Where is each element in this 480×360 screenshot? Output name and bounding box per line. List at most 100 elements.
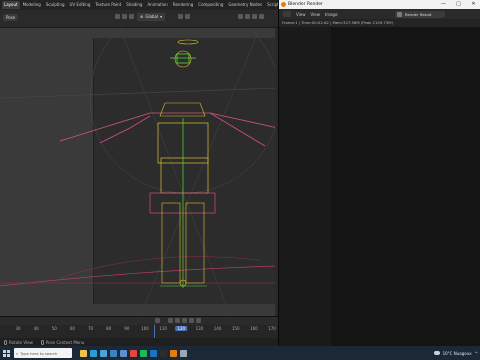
render-window-title: Blender Render (288, 2, 323, 7)
render-window: Blender Render — □ ✕ View View Image Ren… (278, 0, 480, 346)
edge-icon (89, 349, 97, 357)
taskbar-search[interactable]: ⌕ Type here to search (14, 348, 72, 358)
timeline-tick: 110 (159, 326, 167, 331)
tray-chevron-icon[interactable]: ^ (475, 351, 478, 356)
editor-type-icon[interactable] (283, 11, 291, 17)
taskbar-app-spotify[interactable] (138, 346, 148, 360)
system-tray: 10°C Nuageux ^ (433, 346, 478, 360)
workspace-tab-scripting[interactable]: Scripting (265, 1, 278, 9)
3d-viewport[interactable] (0, 28, 278, 316)
blender-logo-icon (281, 2, 286, 7)
blender-icon (169, 349, 177, 357)
rotate-icon[interactable] (122, 14, 127, 19)
store-icon (99, 349, 107, 357)
wireframe-shading-icon[interactable] (238, 14, 243, 19)
workspace-tab-rendering[interactable]: Rendering (171, 1, 195, 9)
snap-icon[interactable] (178, 14, 183, 19)
weather-label[interactable]: 10°C Nuageux (443, 351, 472, 356)
head-ring (177, 39, 199, 45)
play-reverse-icon[interactable] (175, 318, 180, 323)
taskbar-app-store[interactable] (98, 346, 108, 360)
timeline[interactable]: 30 40 50 60 70 80 90 100 110 120 130 140 150 160 170 (0, 316, 278, 339)
timeline-tick: 90 (124, 326, 130, 331)
windows-logo-icon (2, 349, 10, 357)
mode-selector[interactable]: Pose (3, 14, 19, 21)
workspace-tab-modeling[interactable]: Modeling (21, 1, 43, 9)
start-button[interactable] (0, 346, 12, 360)
left-arm-bones (99, 115, 151, 144)
playhead[interactable] (154, 325, 155, 339)
workspace-tab-geometry-nodes[interactable]: Geometry Nodes (226, 1, 264, 9)
menu-view[interactable]: View (296, 12, 306, 17)
workspace-tab-animation[interactable]: Animation (145, 1, 169, 9)
workspace-tab-compositing[interactable]: Compositing (196, 1, 225, 9)
right-leg-control (185, 202, 205, 284)
workspace-tab-sculpting[interactable]: Sculpting (44, 1, 67, 9)
chest-control (159, 102, 206, 117)
timeline-tick: 60 (69, 326, 75, 331)
render-stats: Frame:1 | Time:00:02.62 | Mem:327.56M (P… (279, 19, 480, 27)
skip-start-icon[interactable] (155, 318, 160, 323)
app-3d-icon (179, 349, 187, 357)
mouse-icon (4, 339, 7, 345)
menu-image[interactable]: Image (325, 12, 338, 17)
taskbar-app-file-explorer[interactable] (78, 346, 88, 360)
close-button[interactable]: ✕ (466, 0, 480, 9)
blender-main-window: Layout Modeling Sculpting UV Editing Texture… (0, 0, 278, 346)
minimize-button[interactable]: — (436, 0, 451, 9)
taskbar-app-outlook[interactable] (148, 346, 158, 360)
workspace-tab-layout[interactable]: Layout (2, 1, 20, 9)
windows-taskbar: ⌕ Type here to search 10°C Nuageux ^ (0, 346, 480, 360)
render-slot-dropdown[interactable]: Render Result (395, 11, 445, 18)
chrome-icon (129, 349, 137, 357)
status-context-menu: Pose Context Menu (40, 339, 84, 345)
taskbar-app-photos[interactable] (118, 346, 128, 360)
viewport-header-icons-right (178, 14, 190, 19)
workspace-tab-shading[interactable]: Shading (124, 1, 144, 9)
timeline-tick: 150 (231, 326, 240, 331)
skip-end-icon[interactable] (196, 318, 201, 323)
workspace-tab-texture-paint[interactable]: Texture Paint (93, 1, 123, 9)
timeline-tick: 160 (250, 326, 258, 331)
material-shading-icon[interactable] (252, 14, 257, 19)
photos-icon (119, 349, 127, 357)
timeline-tick: 170 (268, 326, 276, 331)
timeline-tick: 80 (106, 326, 112, 331)
transform-orientation-dropdown[interactable]: ⊕ Global ▾ (137, 13, 166, 21)
taskbar-app-mail[interactable] (108, 346, 118, 360)
terminal-icon (159, 349, 167, 357)
orientation-label: Global (145, 14, 159, 19)
right-arm-bones (209, 112, 266, 147)
taskbar-app-blender[interactable] (168, 346, 178, 360)
guide-line (119, 28, 231, 316)
render-result-area[interactable] (279, 27, 480, 346)
timeline-tick: 130 (195, 326, 204, 331)
render-window-titlebar[interactable]: Blender Render — □ ✕ (279, 0, 480, 9)
rendered-shading-icon[interactable] (259, 14, 264, 19)
move-icon[interactable] (115, 14, 120, 19)
taskbar-app-app-3d[interactable] (178, 346, 188, 360)
viewport-header-icons-left (115, 14, 134, 19)
workspace-tab-uv-editing[interactable]: UV Editing (68, 1, 93, 9)
image-icon (397, 12, 402, 17)
window-buttons: — □ ✕ (436, 0, 480, 9)
viewport-header: Pose ⊕ Global ▾ (0, 10, 278, 28)
maximize-button[interactable]: □ (451, 0, 466, 9)
viewport-overlays (0, 28, 278, 316)
workspace-tabs: Layout Modeling Sculpting UV Editing Texture… (0, 0, 278, 10)
guide-line (0, 87, 278, 99)
menu-view-2[interactable]: View (311, 12, 321, 17)
scale-icon[interactable] (129, 14, 134, 19)
play-icon[interactable] (182, 318, 187, 323)
timeline-tick: 30 (15, 326, 21, 331)
solid-shading-icon[interactable] (245, 14, 250, 19)
jump-back-icon[interactable] (168, 318, 173, 323)
spotify-icon (139, 349, 147, 357)
taskbar-app-chrome[interactable] (128, 346, 138, 360)
jump-forward-icon[interactable] (189, 318, 194, 323)
taskbar-app-edge[interactable] (88, 346, 98, 360)
timeline-ruler[interactable]: 30 40 50 60 70 80 90 100 110 120 130 140 150 160 170 (0, 326, 278, 334)
taskbar-app-terminal[interactable] (158, 346, 168, 360)
timeline-tick: 70 (88, 326, 94, 331)
proportional-edit-icon[interactable] (185, 14, 190, 19)
